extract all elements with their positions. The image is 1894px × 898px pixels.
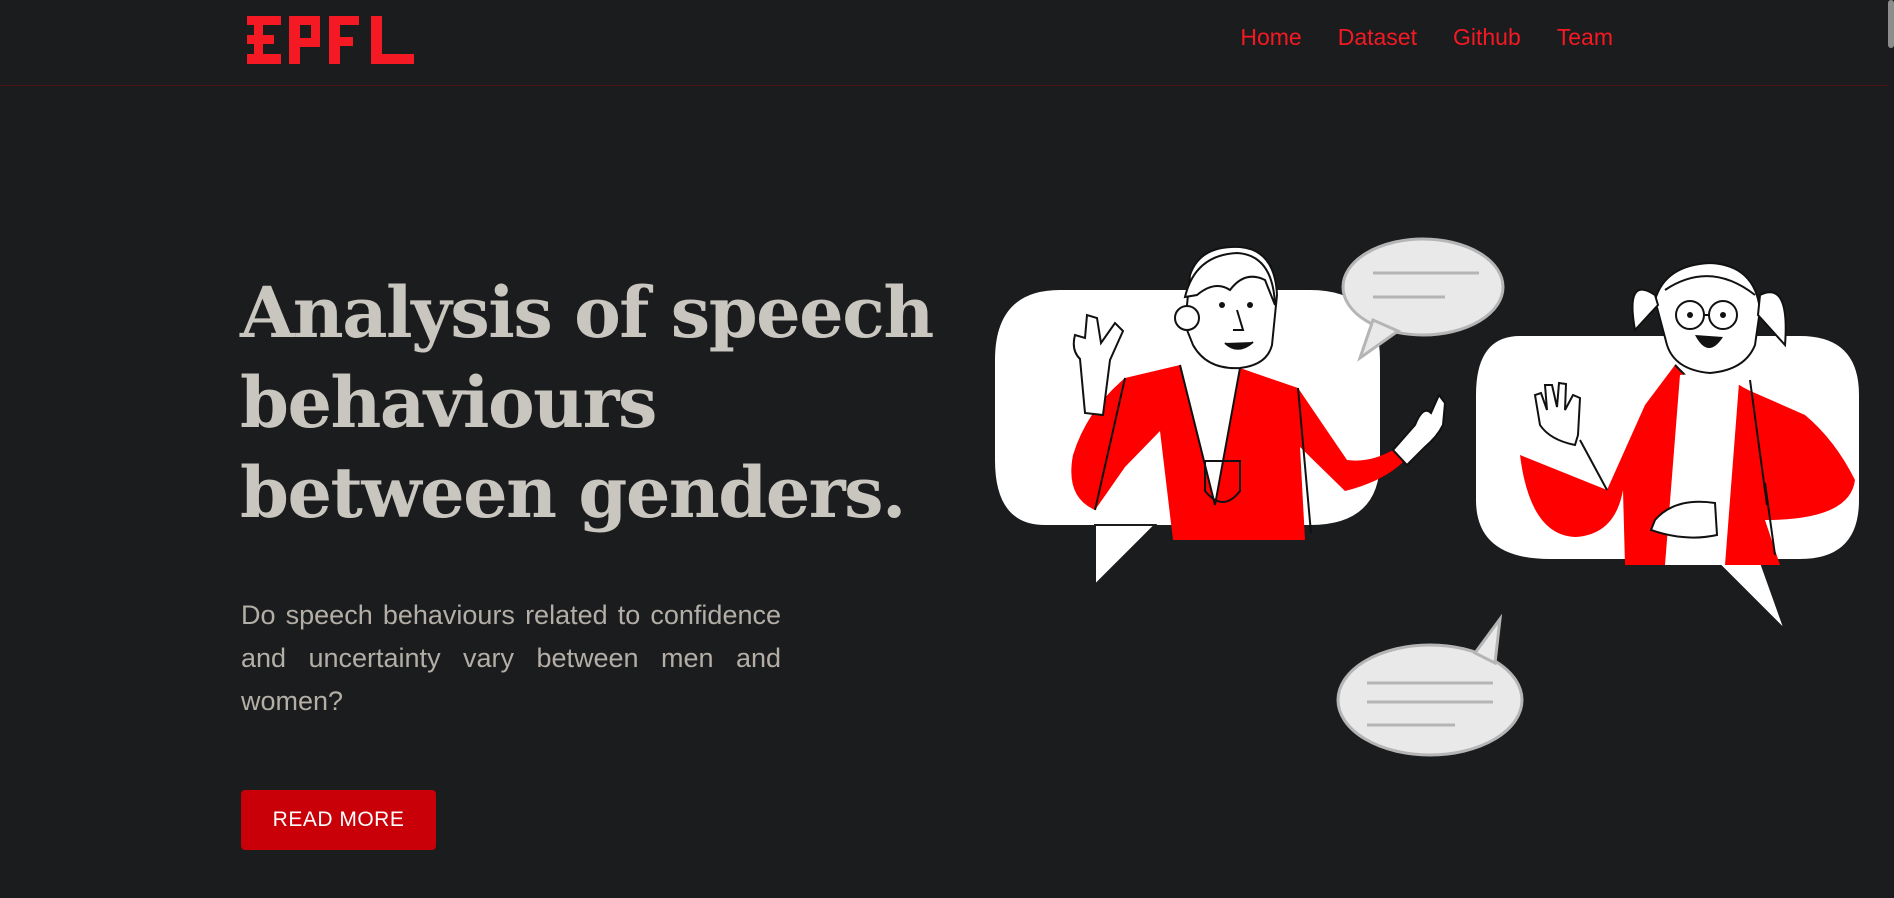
hero-subtitle: Do speech behaviours related to confiden… [241, 600, 781, 716]
hero-title-line-2: behaviours [240, 361, 657, 444]
nav-github[interactable]: Github [1453, 24, 1521, 51]
page: Home Dataset Github Team Analysis of spe… [0, 0, 1894, 898]
hero-title-line-3: between genders. [240, 451, 906, 534]
nav-home[interactable]: Home [1240, 24, 1301, 51]
nav-dataset[interactable]: Dataset [1338, 24, 1417, 51]
scrollbar-thumb[interactable] [1888, 0, 1894, 48]
hero-title-line-1: Analysis of speech [240, 271, 934, 354]
epfl-logo[interactable] [247, 16, 414, 64]
site-header: Home Dataset Github Team [0, 0, 1888, 86]
read-more-button[interactable]: READ MORE [241, 790, 436, 850]
nav-team[interactable]: Team [1557, 24, 1613, 51]
conversation-illustration [995, 237, 1861, 757]
hero-title: Analysis of speech behaviours between ge… [240, 268, 940, 538]
main-nav: Home Dataset Github Team [1240, 24, 1613, 51]
